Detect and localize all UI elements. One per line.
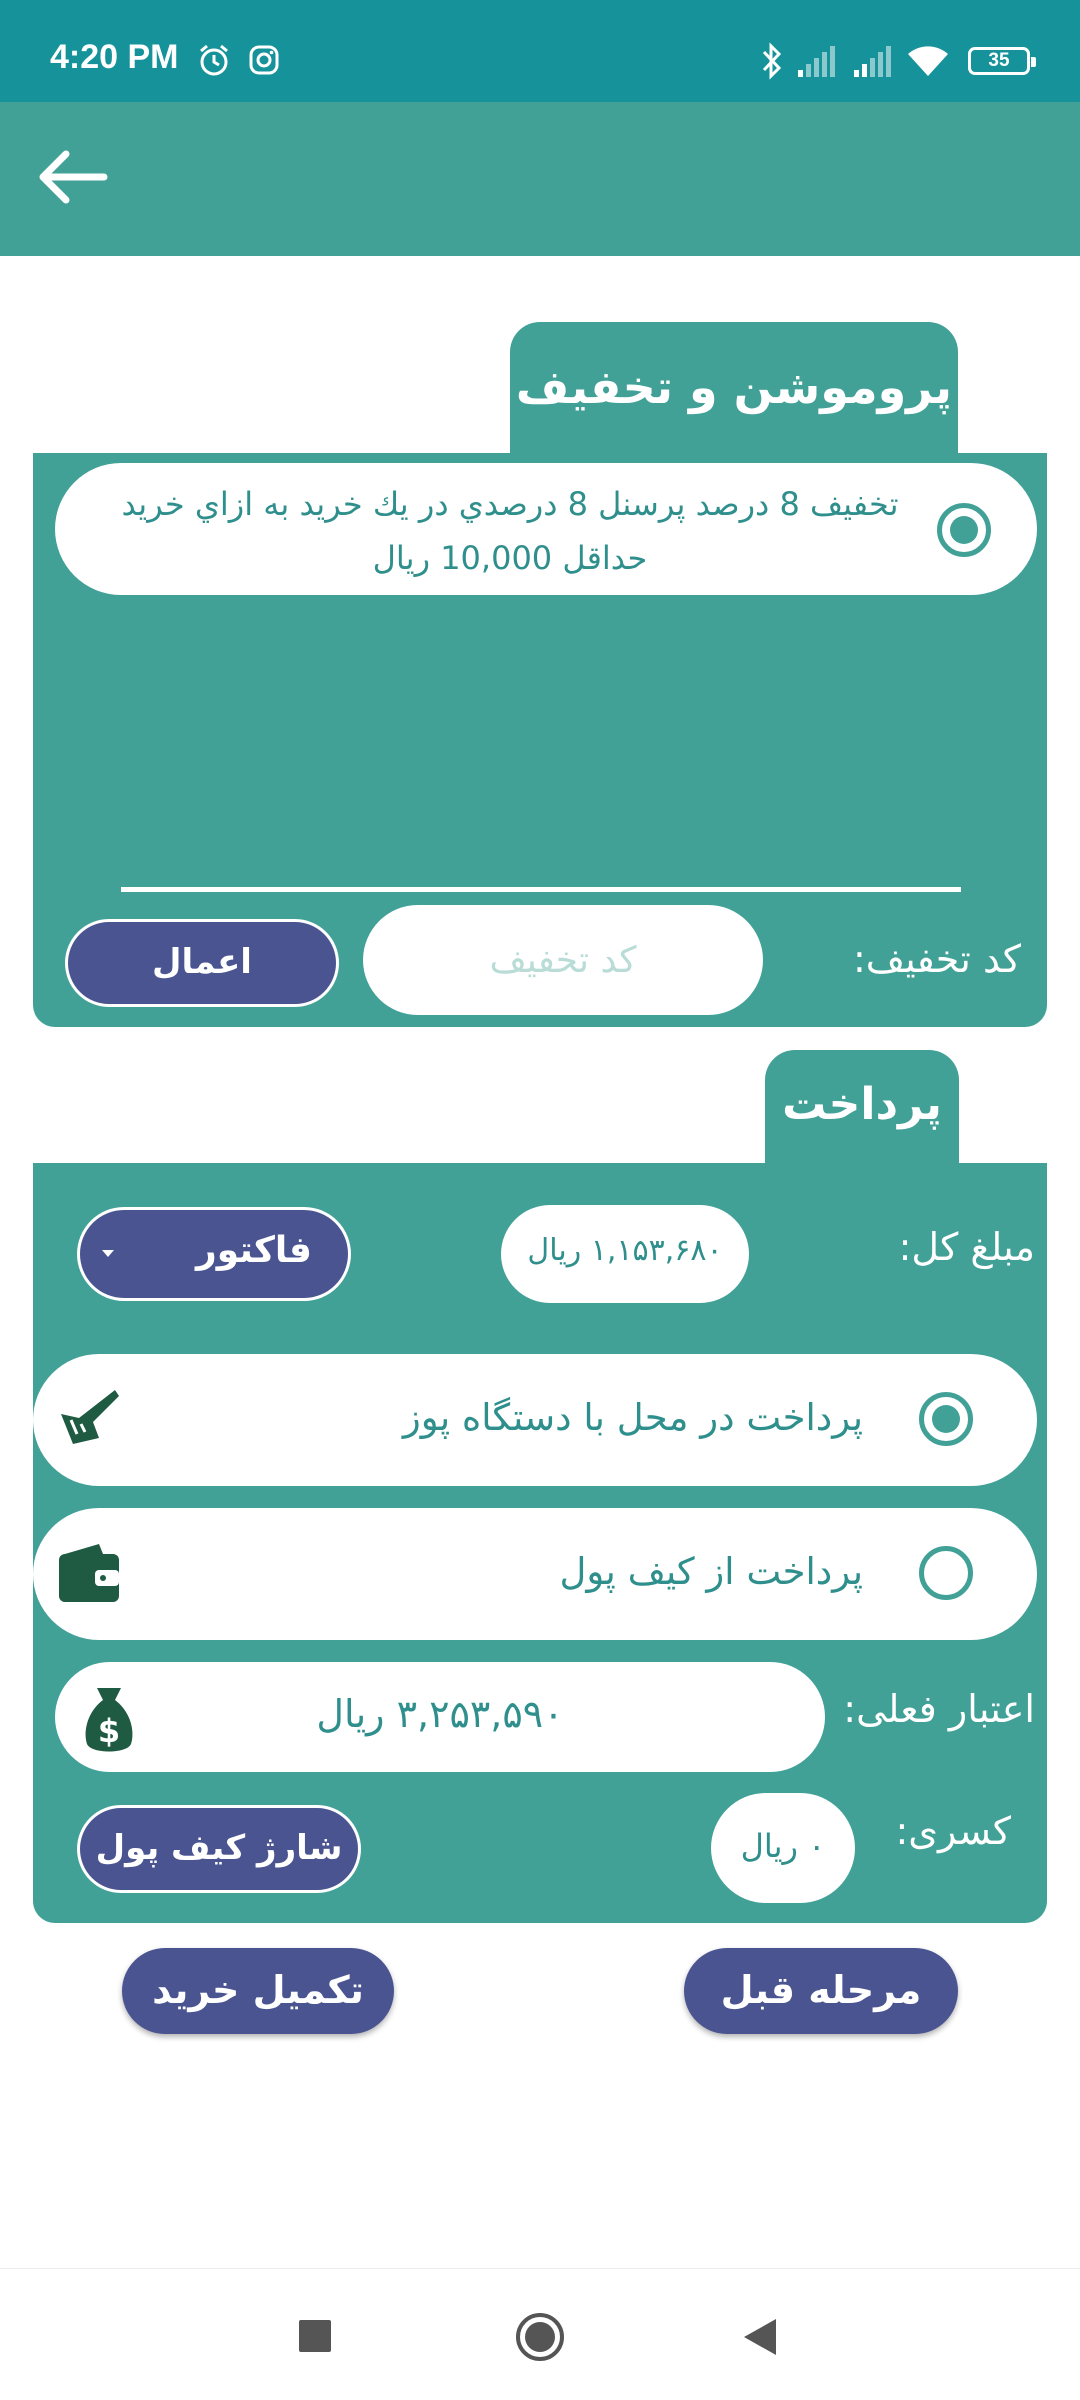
- payment-method-label: پرداخت از کیف پول: [559, 1550, 863, 1593]
- payment-method-wallet[interactable]: پرداخت از کیف پول: [33, 1508, 1037, 1640]
- signal-icon: [796, 46, 836, 82]
- pos-radio[interactable]: [919, 1392, 973, 1446]
- current-credit-field: ۳,۲۵۳,۵۹۰ ریال $: [55, 1662, 825, 1772]
- status-bar: 4:20 PM 35: [0, 0, 1080, 102]
- apply-button[interactable]: اعمال: [65, 919, 339, 1007]
- payment-method-label: پرداخت در محل با دستگاه پوز: [402, 1396, 863, 1439]
- payment-panel: مبلغ کل: ۱,۱۵۳,۶۸۰ ریال فاکتور پرداخت در…: [33, 1163, 1047, 1923]
- money-bag-icon: $: [81, 1682, 137, 1760]
- status-time: 4:20 PM: [50, 38, 179, 76]
- finish-purchase-button[interactable]: تکمیل خرید: [122, 1948, 394, 2034]
- promo-section-title: پروموشن و تخفیف: [510, 322, 958, 454]
- deduction-label: کسری:: [895, 1809, 1011, 1853]
- previous-step-button[interactable]: مرحله قبل: [684, 1948, 958, 2034]
- instagram-icon: [248, 44, 280, 80]
- back-triangle-icon[interactable]: [740, 2317, 778, 2361]
- discount-code-label: کد تخفیف:: [852, 937, 1021, 981]
- arrow-left-icon[interactable]: [34, 142, 110, 212]
- total-amount-value: ۱,۱۵۳,۶۸۰ ریال: [527, 1233, 723, 1268]
- payment-section-title: پرداخت: [765, 1050, 959, 1165]
- promo-radio[interactable]: [937, 503, 991, 557]
- wifi-icon: [906, 44, 950, 82]
- app-bar: [0, 102, 1080, 256]
- signal-icon: [852, 46, 892, 82]
- promo-option[interactable]: تخفيف 8 درصد پرسنل 8 درصدي در يك خريد به…: [55, 463, 1037, 595]
- total-amount-badge: ۱,۱۵۳,۶۸۰ ریال: [501, 1205, 749, 1303]
- svg-text:$: $: [98, 1712, 120, 1750]
- promo-panel: تخفيف 8 درصد پرسنل 8 درصدي در يك خريد به…: [33, 453, 1047, 1027]
- discount-code-input[interactable]: [363, 905, 763, 1015]
- current-credit-value: ۳,۲۵۳,۵۹۰ ریال: [316, 1692, 564, 1736]
- alarm-icon: [196, 42, 232, 82]
- home-icon[interactable]: [514, 2311, 566, 2367]
- promo-divider: [121, 887, 961, 892]
- deduction-value: ۰ ریال: [740, 1827, 826, 1865]
- recents-icon[interactable]: [298, 2319, 332, 2357]
- bluetooth-icon: [760, 42, 784, 84]
- total-amount-label: مبلغ کل:: [898, 1225, 1035, 1269]
- payment-method-pos[interactable]: پرداخت در محل با دستگاه پوز: [33, 1354, 1037, 1486]
- system-nav-bar: [0, 2268, 1080, 2400]
- current-credit-label: اعتبار فعلی:: [843, 1687, 1035, 1731]
- invoice-dropdown-label: فاکتور: [195, 1230, 312, 1271]
- promo-option-text: تخفيف 8 درصد پرسنل 8 درصدي در يك خريد به…: [121, 485, 899, 577]
- battery-indicator: 35: [968, 47, 1036, 75]
- charge-wallet-button[interactable]: شارژ کیف پول: [77, 1805, 361, 1893]
- caret-down-icon: [102, 1250, 114, 1257]
- pos-device-icon: [53, 1384, 125, 1460]
- invoice-dropdown[interactable]: فاکتور: [77, 1207, 351, 1301]
- wallet-icon: [53, 1538, 125, 1614]
- wallet-radio[interactable]: [919, 1546, 973, 1600]
- deduction-field: ۰ ریال: [711, 1793, 855, 1903]
